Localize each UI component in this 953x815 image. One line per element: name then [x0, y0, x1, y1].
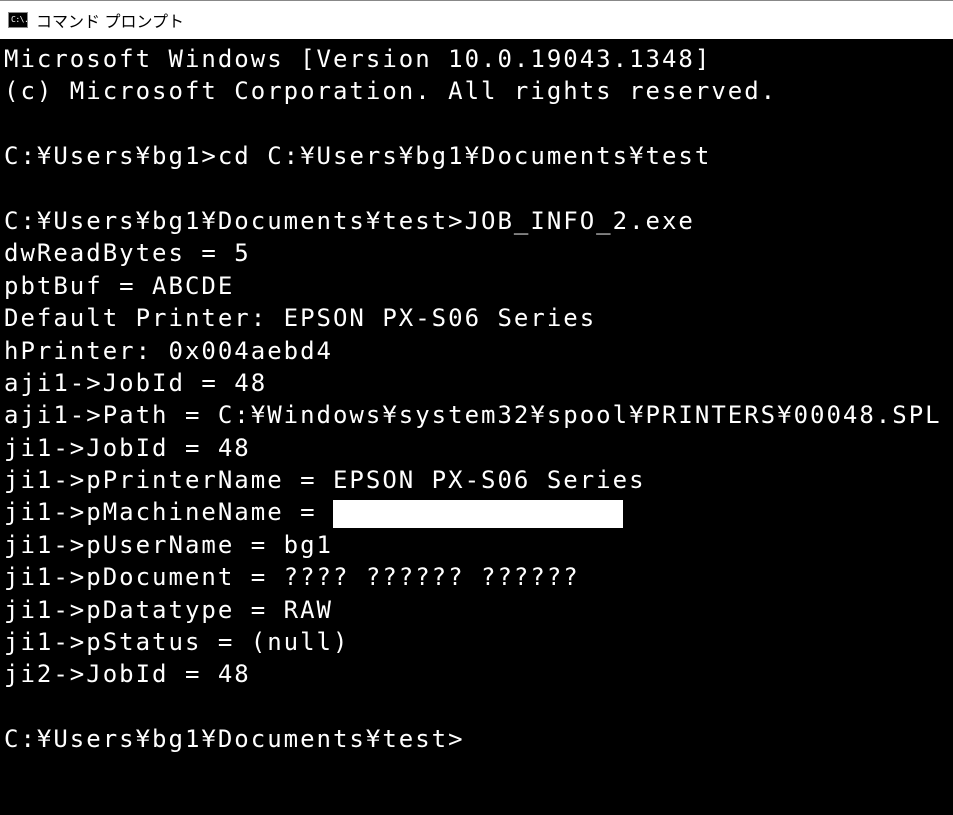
terminal-line: ji1->pPrinterName = EPSON PX-S06 Series — [4, 464, 953, 496]
command-text: cd C:¥Users¥bg1¥Documents¥test — [218, 142, 711, 170]
terminal-line: aji1->JobId = 48 — [4, 367, 953, 399]
terminal-line: ji1->pMachineName = — [4, 496, 953, 528]
cmd-icon-text: C:\. — [11, 16, 28, 24]
terminal-body[interactable]: Microsoft Windows [Version 10.0.19043.13… — [0, 39, 953, 815]
terminal-line: Default Printer: EPSON PX-S06 Series — [4, 302, 953, 334]
terminal-line: pbtBuf = ABCDE — [4, 270, 953, 302]
terminal-line: (c) Microsoft Corporation. All rights re… — [4, 75, 953, 107]
window-title: コマンド プロンプト — [36, 8, 184, 32]
output-label: ji1->pMachineName = — [4, 498, 333, 526]
terminal-line: ji2->JobId = 48 — [4, 658, 953, 690]
cmd-icon: C:\. — [8, 12, 28, 28]
terminal-line: dwReadBytes = 5 — [4, 237, 953, 269]
terminal-line — [4, 108, 953, 140]
terminal-line: C:¥Users¥bg1¥Documents¥test>JOB_INFO_2.e… — [4, 205, 953, 237]
terminal-line: C:¥Users¥bg1>cd C:¥Users¥bg1¥Documents¥t… — [4, 140, 953, 172]
terminal-line: ji1->pStatus = (null) — [4, 626, 953, 658]
terminal-line: ji1->pDocument = ???? ?????? ?????? — [4, 561, 953, 593]
prompt: C:¥Users¥bg1> — [4, 142, 218, 170]
terminal-line — [4, 691, 953, 723]
terminal-line: ji1->JobId = 48 — [4, 432, 953, 464]
command-text: JOB_INFO_2.exe — [465, 207, 695, 235]
prompt: C:¥Users¥bg1¥Documents¥test> — [4, 725, 465, 753]
terminal-line: aji1->Path = C:¥Windows¥system32¥spool¥P… — [4, 399, 953, 431]
terminal-line — [4, 173, 953, 205]
prompt: C:¥Users¥bg1¥Documents¥test> — [4, 207, 465, 235]
command-prompt-window: C:\. コマンド プロンプト Microsoft Windows [Versi… — [0, 0, 953, 815]
terminal-line: ji1->pDatatype = RAW — [4, 594, 953, 626]
titlebar[interactable]: C:\. コマンド プロンプト — [0, 1, 953, 39]
redacted-block — [333, 500, 623, 528]
terminal-line: C:¥Users¥bg1¥Documents¥test> — [4, 723, 953, 755]
terminal-line: Microsoft Windows [Version 10.0.19043.13… — [4, 43, 953, 75]
terminal-line: ji1->pUserName = bg1 — [4, 529, 953, 561]
terminal-line: hPrinter: 0x004aebd4 — [4, 335, 953, 367]
